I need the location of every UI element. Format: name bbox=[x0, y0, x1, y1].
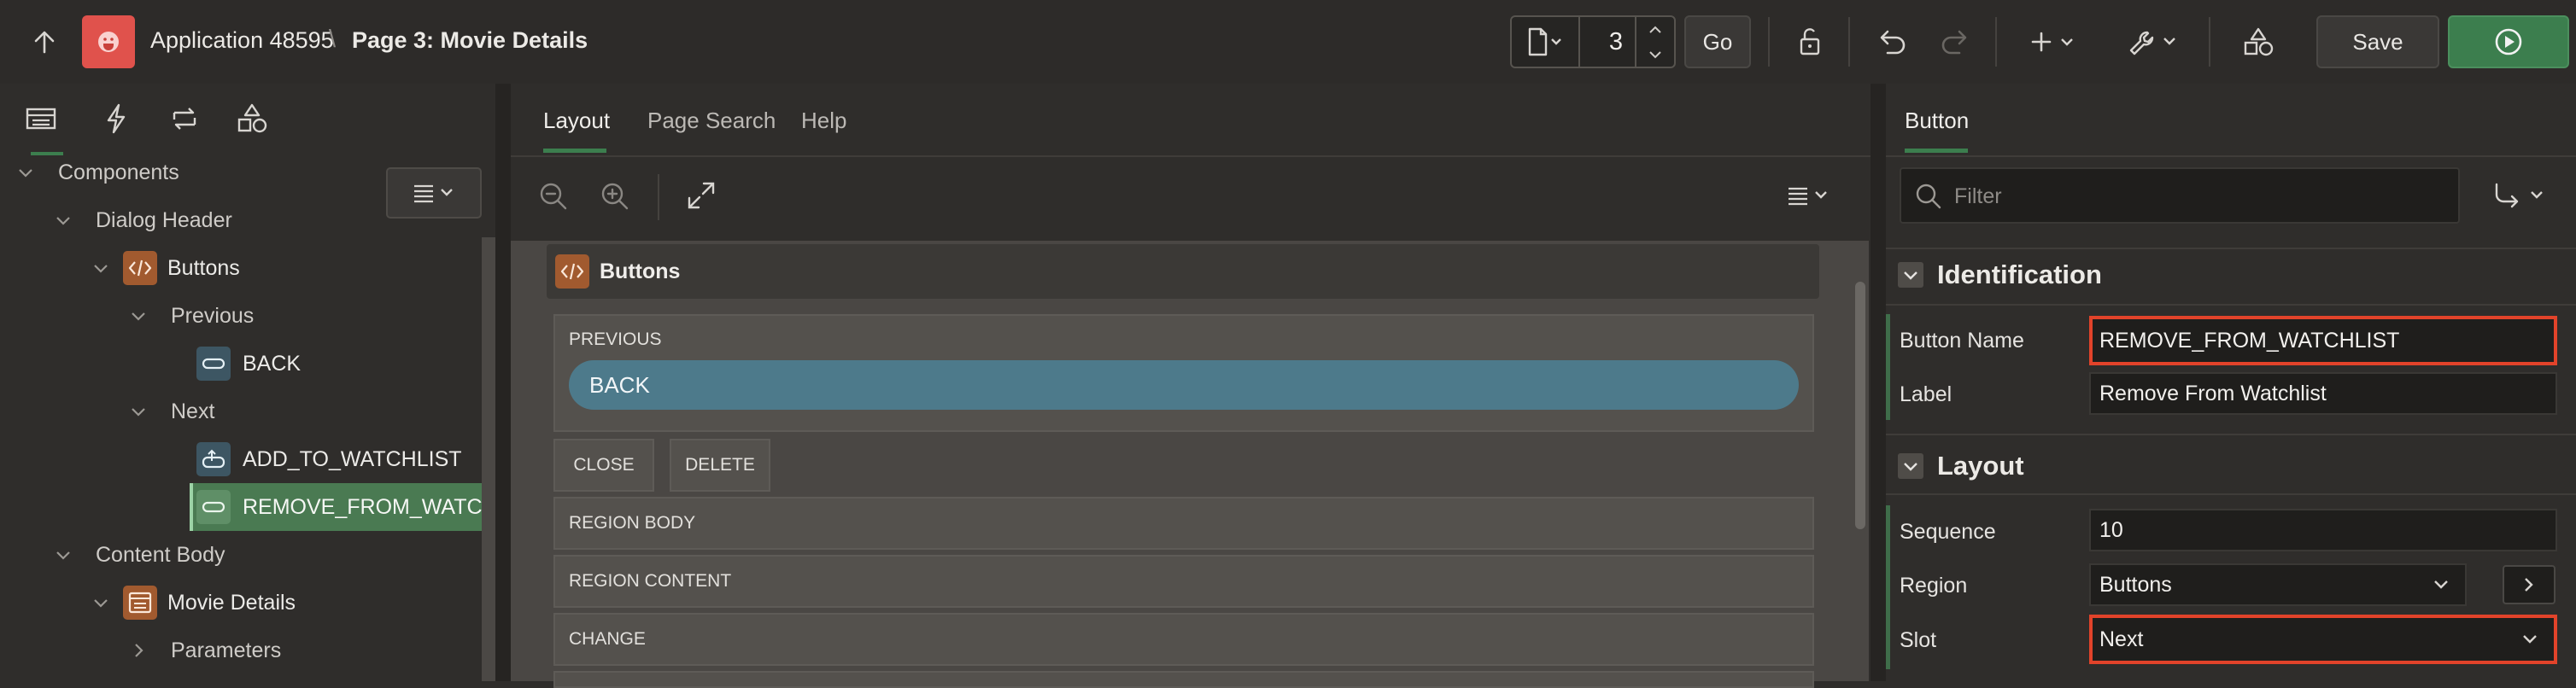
slot-delete[interactable]: DELETE bbox=[670, 439, 770, 492]
tree-node-next[interactable]: Next bbox=[0, 388, 482, 435]
button-icon bbox=[196, 347, 231, 381]
tree-node-previous[interactable]: Previous bbox=[0, 292, 482, 340]
label-input[interactable]: Remove From Watchlist bbox=[2089, 372, 2557, 415]
save-button[interactable]: Save bbox=[2316, 15, 2439, 68]
page-tree-panel: Components Dialog Header Buttons Previou… bbox=[0, 84, 495, 681]
region-buttons-header[interactable]: Buttons bbox=[547, 244, 1819, 299]
page-icon[interactable] bbox=[1527, 27, 1561, 56]
region-label: Region bbox=[1900, 574, 1968, 598]
up-arrow-icon[interactable] bbox=[24, 15, 65, 68]
collapse-icon bbox=[1898, 262, 1923, 288]
chevron-down-icon bbox=[94, 265, 108, 273]
utilities-wrench-icon[interactable] bbox=[2125, 15, 2185, 68]
top-toolbar: Application 48595 \ Page 3: Movie Detail… bbox=[0, 0, 2576, 85]
zoom-out-icon[interactable] bbox=[536, 179, 571, 213]
tab-page-search[interactable]: Page Search bbox=[647, 108, 776, 134]
group-identification-header[interactable]: Identification bbox=[1898, 259, 2102, 290]
page-increment-icon[interactable] bbox=[1636, 17, 1674, 42]
tree-node-content-body[interactable]: Content Body bbox=[0, 531, 482, 579]
chevron-down-icon bbox=[19, 169, 32, 178]
zoom-in-icon[interactable] bbox=[598, 179, 632, 213]
tree-node-back[interactable]: BACK bbox=[0, 340, 482, 388]
region-select[interactable]: Buttons bbox=[2089, 563, 2467, 606]
button-icon bbox=[196, 490, 231, 524]
region-code-icon bbox=[555, 254, 589, 289]
go-to-region-button[interactable] bbox=[2503, 565, 2556, 604]
tree-node-buttons[interactable]: Buttons bbox=[0, 244, 482, 292]
left-splitter[interactable] bbox=[495, 84, 511, 681]
create-menu-icon[interactable] bbox=[2024, 15, 2084, 68]
page-number-input[interactable]: 3 bbox=[1580, 17, 1635, 67]
dynamic-actions-tab-icon[interactable] bbox=[101, 102, 132, 135]
app-icon[interactable] bbox=[82, 15, 135, 68]
tree-node-movie-details[interactable]: Movie Details bbox=[0, 579, 482, 627]
slot-change[interactable]: CHANGE bbox=[553, 613, 1814, 666]
filter-input[interactable]: Filter bbox=[1900, 167, 2460, 224]
tree-scrollbar[interactable] bbox=[482, 237, 495, 681]
chevron-down-icon bbox=[94, 599, 108, 608]
sequence-input[interactable]: 10 bbox=[2089, 509, 2557, 551]
go-to-group-icon[interactable] bbox=[2492, 179, 2552, 212]
processing-tab-icon[interactable] bbox=[167, 102, 202, 135]
layout-canvas: Buttons PREVIOUS BACK CLOSE DELETE REGIO… bbox=[511, 241, 1869, 688]
tree-node-parameters[interactable]: Parameters bbox=[0, 627, 482, 674]
region-form-icon bbox=[123, 586, 157, 620]
right-splitter[interactable] bbox=[1871, 84, 1886, 681]
slot-close[interactable]: CLOSE bbox=[553, 439, 654, 492]
chevron-right-icon bbox=[2525, 578, 2533, 592]
run-page-button[interactable] bbox=[2448, 15, 2569, 68]
slot-next-partial bbox=[553, 671, 1814, 688]
chevron-right-icon bbox=[135, 644, 143, 657]
tree-node-dialog-header[interactable]: Dialog Header bbox=[0, 196, 482, 244]
slot-previous[interactable]: PREVIOUS BACK bbox=[553, 314, 1814, 432]
chevron-down-icon bbox=[56, 551, 70, 560]
active-tab-indicator bbox=[1905, 149, 1968, 153]
group-layout-header[interactable]: Layout bbox=[1898, 451, 2024, 481]
expand-icon[interactable] bbox=[685, 179, 717, 212]
collapse-icon bbox=[1898, 453, 1923, 479]
chevron-down-icon bbox=[2523, 635, 2537, 644]
page-decrement-icon[interactable] bbox=[1636, 42, 1674, 67]
button-name-label: Button Name bbox=[1900, 329, 2024, 353]
go-button[interactable]: Go bbox=[1684, 15, 1751, 68]
button-name-input[interactable]: REMOVE_FROM_WATCHLIST bbox=[2089, 316, 2557, 365]
button-click-icon bbox=[196, 442, 231, 476]
shared-components-tab-icon[interactable] bbox=[236, 102, 268, 135]
slot-label: Slot bbox=[1900, 628, 1937, 652]
chevron-down-icon bbox=[2434, 580, 2448, 589]
page-selector: 3 bbox=[1510, 15, 1676, 68]
shared-components-icon[interactable] bbox=[2233, 15, 2284, 68]
tree-node-add-to-watchlist[interactable]: ADD_TO_WATCHLIST bbox=[0, 435, 482, 483]
rendering-tab-icon[interactable] bbox=[24, 104, 58, 133]
tab-help[interactable]: Help bbox=[801, 108, 846, 134]
canvas-scrollbar[interactable] bbox=[1855, 282, 1865, 529]
filter-placeholder: Filter bbox=[1954, 184, 2002, 208]
slot-select[interactable]: Next bbox=[2089, 615, 2557, 664]
page-title: Page 3: Movie Details bbox=[352, 27, 588, 53]
tab-layout[interactable]: Layout bbox=[543, 108, 610, 134]
layout-menu-icon[interactable] bbox=[1783, 184, 1833, 207]
tab-button[interactable]: Button bbox=[1905, 108, 1969, 134]
lock-icon[interactable] bbox=[1783, 15, 1835, 68]
back-button-preview[interactable]: BACK bbox=[569, 360, 1799, 410]
chevron-down-icon bbox=[132, 408, 145, 417]
slot-region-content[interactable]: REGION CONTENT bbox=[553, 555, 1814, 608]
undo-icon[interactable] bbox=[1867, 15, 1915, 68]
app-name-link[interactable]: Application 48595 bbox=[150, 27, 334, 54]
tree-node-components[interactable]: Components bbox=[0, 149, 482, 196]
region-code-icon bbox=[123, 251, 157, 285]
breadcrumb-separator: \ bbox=[329, 26, 337, 53]
sequence-label: Sequence bbox=[1900, 520, 1996, 544]
chevron-down-icon bbox=[56, 217, 70, 225]
active-tab-indicator bbox=[543, 149, 606, 153]
slot-region-body[interactable]: REGION BODY bbox=[553, 497, 1814, 550]
chevron-down-icon bbox=[132, 312, 145, 321]
redo-icon[interactable] bbox=[1932, 15, 1980, 68]
search-icon bbox=[1913, 181, 1944, 212]
tree-node-remove-from-watchlist[interactable]: REMOVE_FROM_WATCHLIST bbox=[190, 483, 482, 531]
label-label: Label bbox=[1900, 382, 1952, 406]
region-title: Buttons bbox=[600, 259, 681, 283]
